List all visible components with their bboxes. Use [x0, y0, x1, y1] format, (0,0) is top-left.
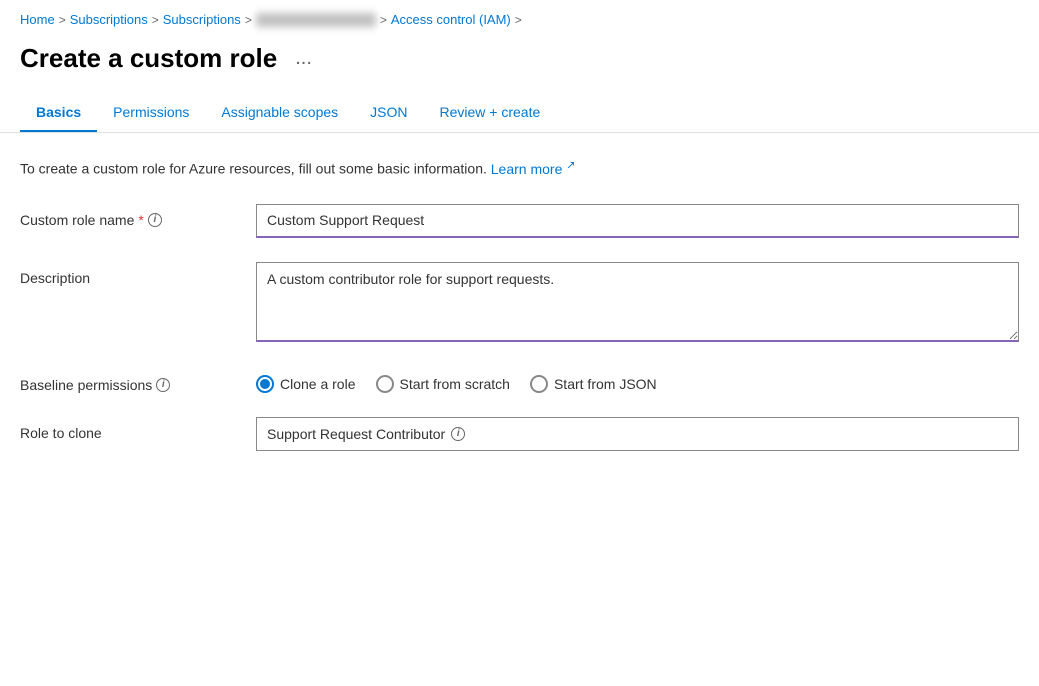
role-to-clone-row: Role to clone Support Request Contributo… [20, 417, 1019, 451]
description-row: Description A custom contributor role fo… [20, 262, 1019, 345]
role-to-clone-control: Support Request Contributor i [256, 417, 1019, 451]
custom-role-name-info-icon[interactable]: i [148, 213, 162, 227]
intro-text-content: To create a custom role for Azure resour… [20, 161, 487, 177]
baseline-permissions-row: Baseline permissions i Clone a role Star… [20, 369, 1019, 393]
content-area: To create a custom role for Azure resour… [0, 157, 1039, 451]
learn-more-link[interactable]: Learn more ↗ [491, 161, 576, 177]
breadcrumb-subscription-id [256, 13, 376, 27]
breadcrumb-sep-1: > [59, 13, 66, 27]
breadcrumb-sep-3: > [245, 13, 252, 27]
custom-role-name-label: Custom role name * i [20, 204, 240, 228]
tab-permissions[interactable]: Permissions [97, 94, 205, 132]
radio-clone-a-role[interactable]: Clone a role [256, 375, 356, 393]
breadcrumb-subscriptions-1[interactable]: Subscriptions [70, 12, 148, 27]
radio-json-indicator [530, 375, 548, 393]
custom-role-name-control [256, 204, 1019, 238]
custom-role-name-input[interactable] [256, 204, 1019, 238]
role-to-clone-label: Role to clone [20, 417, 240, 441]
label-text: Role to clone [20, 425, 102, 441]
more-options-button[interactable]: ... [289, 45, 318, 72]
radio-start-from-json[interactable]: Start from JSON [530, 375, 657, 393]
label-text: Description [20, 270, 90, 286]
label-text: Baseline permissions [20, 377, 152, 393]
breadcrumb-sep-5: > [515, 13, 522, 27]
radio-scratch-label: Start from scratch [400, 376, 510, 392]
description-control: A custom contributor role for support re… [256, 262, 1019, 345]
tab-json[interactable]: JSON [354, 94, 423, 132]
tabs: Basics Permissions Assignable scopes JSO… [20, 94, 1019, 132]
label-text: Custom role name [20, 212, 134, 228]
role-to-clone-info-icon[interactable]: i [451, 427, 465, 441]
required-indicator: * [138, 212, 143, 228]
breadcrumb-home[interactable]: Home [20, 12, 55, 27]
breadcrumb-sep-2: > [152, 13, 159, 27]
tabs-container: Basics Permissions Assignable scopes JSO… [0, 94, 1039, 133]
page-header: Create a custom role ... [0, 35, 1039, 94]
radio-json-label: Start from JSON [554, 376, 657, 392]
page-title: Create a custom role [20, 43, 277, 74]
custom-role-name-row: Custom role name * i [20, 204, 1019, 238]
tab-assignable-scopes[interactable]: Assignable scopes [205, 94, 354, 132]
role-to-clone-input-wrapper[interactable]: Support Request Contributor i [256, 417, 1019, 451]
tab-basics[interactable]: Basics [20, 94, 97, 132]
radio-start-from-scratch[interactable]: Start from scratch [376, 375, 510, 393]
baseline-permissions-control: Clone a role Start from scratch Start fr… [256, 369, 1019, 393]
tab-review-create[interactable]: Review + create [424, 94, 557, 132]
radio-clone-label: Clone a role [280, 376, 356, 392]
baseline-permissions-label: Baseline permissions i [20, 369, 240, 393]
description-input[interactable]: A custom contributor role for support re… [256, 262, 1019, 342]
breadcrumb-subscriptions-2[interactable]: Subscriptions [163, 12, 241, 27]
role-to-clone-value: Support Request Contributor [267, 426, 445, 442]
breadcrumb: Home > Subscriptions > Subscriptions > >… [0, 0, 1039, 35]
external-link-icon: ↗ [566, 159, 575, 171]
breadcrumb-access-control[interactable]: Access control (IAM) [391, 12, 511, 27]
baseline-permissions-info-icon[interactable]: i [156, 378, 170, 392]
intro-text: To create a custom role for Azure resour… [20, 157, 1019, 180]
breadcrumb-sep-4: > [380, 13, 387, 27]
radio-scratch-indicator [376, 375, 394, 393]
radio-clone-indicator [256, 375, 274, 393]
radio-group: Clone a role Start from scratch Start fr… [256, 369, 1019, 393]
learn-more-label: Learn more [491, 161, 563, 177]
description-label: Description [20, 262, 240, 286]
